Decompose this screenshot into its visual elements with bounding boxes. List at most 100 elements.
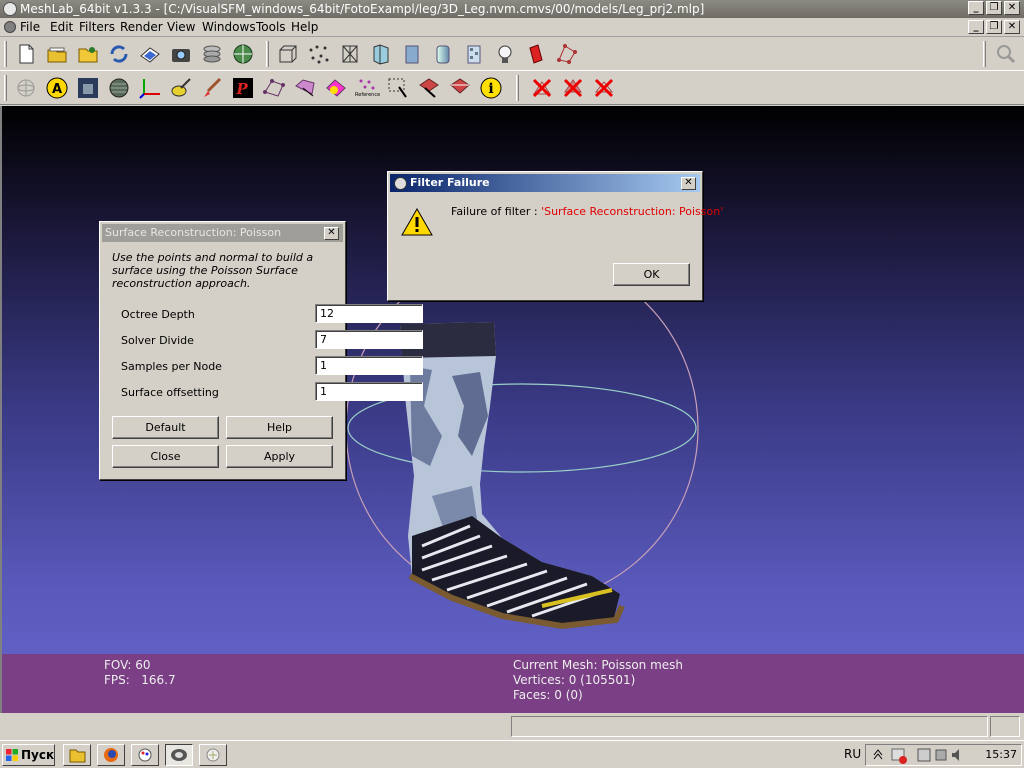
wireframe-icon[interactable]: [338, 42, 362, 66]
speaker-icon: [952, 749, 959, 761]
toolbar-grip[interactable]: [983, 41, 986, 67]
hidden-lines-icon[interactable]: [369, 42, 393, 66]
paint-icon[interactable]: [131, 744, 159, 766]
reload-icon[interactable]: [107, 42, 131, 66]
menu-tools[interactable]: Tools: [256, 20, 286, 35]
delete-vertices-icon[interactable]: [561, 76, 585, 100]
close-window-button[interactable]: ✕: [1004, 1, 1020, 15]
globe-edit-icon[interactable]: [107, 76, 131, 100]
chevron-up-icon: [873, 749, 883, 760]
failure-dialog-title: Filter Failure: [410, 176, 490, 189]
menu-edit[interactable]: Edit: [50, 20, 73, 35]
new-project-icon[interactable]: [14, 42, 38, 66]
texture-proj-icon[interactable]: [76, 76, 100, 100]
flat-shading-icon[interactable]: [400, 42, 424, 66]
select-faces-icon[interactable]: [293, 76, 317, 100]
samples-per-node-input[interactable]: [315, 356, 423, 375]
mdi-restore-button[interactable]: ❐: [986, 20, 1002, 34]
progress-bar: [511, 716, 988, 737]
poisson-dialog-titlebar[interactable]: Surface Reconstruction: Poisson ✕: [102, 224, 343, 242]
ok-button[interactable]: OK: [613, 263, 690, 286]
apply-button[interactable]: Apply: [226, 445, 333, 468]
help-button[interactable]: Help: [226, 416, 333, 439]
poisson-dialog-title: Surface Reconstruction: Poisson: [105, 226, 282, 239]
window-titlebar[interactable]: MeshLab_64bit v1.3.3 - [C:/VisualSFM_win…: [0, 0, 1024, 18]
select-area-icon[interactable]: [386, 76, 410, 100]
open-mesh-icon[interactable]: [76, 42, 100, 66]
smooth-shading-icon[interactable]: [431, 42, 455, 66]
octree-depth-input[interactable]: [315, 304, 423, 323]
vertex-select-icon[interactable]: [555, 42, 579, 66]
window-title: MeshLab_64bit v1.3.3 - [C:/VisualSFM_win…: [20, 2, 705, 16]
open-project-icon[interactable]: [45, 42, 69, 66]
toolbar-grip[interactable]: [4, 75, 7, 101]
bbox-icon[interactable]: [276, 42, 300, 66]
explorer-icon[interactable]: [63, 744, 91, 766]
colorize-icon[interactable]: [324, 76, 348, 100]
restore-button[interactable]: ❐: [986, 1, 1002, 15]
paint-icon[interactable]: [200, 76, 224, 100]
menu-view[interactable]: View: [167, 20, 195, 35]
axis-icon[interactable]: [138, 76, 162, 100]
points-icon[interactable]: [307, 42, 331, 66]
firefox-icon[interactable]: [97, 744, 125, 766]
menu-windows[interactable]: Windows: [202, 20, 256, 35]
menu-file[interactable]: File: [20, 20, 40, 35]
poisson-close-icon[interactable]: ✕: [324, 227, 339, 240]
snapshot-icon[interactable]: [169, 42, 193, 66]
toolbar-grip[interactable]: [266, 41, 269, 67]
visualsfm-icon[interactable]: [199, 744, 227, 766]
toolbar-grip[interactable]: [4, 41, 7, 67]
annotation-icon[interactable]: A: [45, 76, 69, 100]
light-icon[interactable]: [493, 42, 517, 66]
clock: 15:37: [985, 748, 1017, 761]
current-mesh: Current Mesh: Poisson mesh: [513, 658, 684, 672]
menu-render[interactable]: Render: [120, 20, 163, 35]
start-button[interactable]: Пуск: [2, 744, 55, 766]
poisson-description: Use the points and normal to build a sur…: [112, 251, 314, 290]
windows-flag-icon: [6, 749, 18, 761]
safely-remove-icon: [935, 749, 947, 761]
meshlab-icon[interactable]: [165, 744, 193, 766]
failure-message-prefix: Failure of filter :: [451, 205, 542, 218]
trackball-icon[interactable]: [14, 76, 38, 100]
search-icon[interactable]: [994, 42, 1018, 66]
failure-close-icon[interactable]: ✕: [681, 177, 696, 190]
failure-dialog-titlebar[interactable]: Filter Failure ✕: [390, 174, 700, 192]
mdi-system-icon[interactable]: [4, 21, 16, 33]
menu-filters[interactable]: Filters: [79, 20, 115, 35]
measure-icon[interactable]: [169, 76, 193, 100]
layers-icon[interactable]: [200, 42, 224, 66]
default-button[interactable]: Default: [112, 416, 219, 439]
save-icon[interactable]: [138, 42, 162, 66]
toolbar-grip[interactable]: [516, 75, 519, 101]
minimize-button[interactable]: _: [968, 1, 984, 15]
delete-selected-icon[interactable]: [592, 76, 616, 100]
color-icon[interactable]: [524, 42, 548, 66]
mdi-close-button[interactable]: ✕: [1004, 20, 1020, 34]
mdi-minimize-button[interactable]: _: [968, 20, 984, 34]
vertices-count: Vertices: 0 (105501): [513, 673, 636, 687]
close-button[interactable]: Close: [112, 445, 219, 468]
delete-faces-icon[interactable]: [530, 76, 554, 100]
globe-icon[interactable]: [231, 42, 255, 66]
menu-help[interactable]: Help: [291, 20, 318, 35]
select-vertices-icon[interactable]: [262, 76, 286, 100]
svg-text:i: i: [488, 81, 493, 97]
pick-points-icon[interactable]: P: [231, 76, 255, 100]
select-connected-icon[interactable]: [417, 76, 441, 100]
failure-filter-name: 'Surface Reconstruction: Poisson': [541, 205, 724, 218]
fov-label: FOV:: [104, 658, 132, 672]
solver-divide-input[interactable]: [315, 330, 423, 349]
reference-icon[interactable]: Reference: [355, 76, 381, 100]
size-grip[interactable]: [990, 716, 1020, 737]
fps-label: FPS:: [104, 673, 130, 687]
texture-icon[interactable]: [462, 42, 486, 66]
language-indicator[interactable]: RU: [844, 747, 861, 761]
samples-per-node-label: Samples per Node: [121, 360, 222, 373]
select-border-icon[interactable]: [448, 76, 472, 100]
surface-offsetting-input[interactable]: [315, 382, 423, 401]
reference-label: Reference: [355, 92, 381, 98]
fov-value: 60: [135, 658, 151, 672]
info-icon[interactable]: i: [479, 76, 503, 100]
